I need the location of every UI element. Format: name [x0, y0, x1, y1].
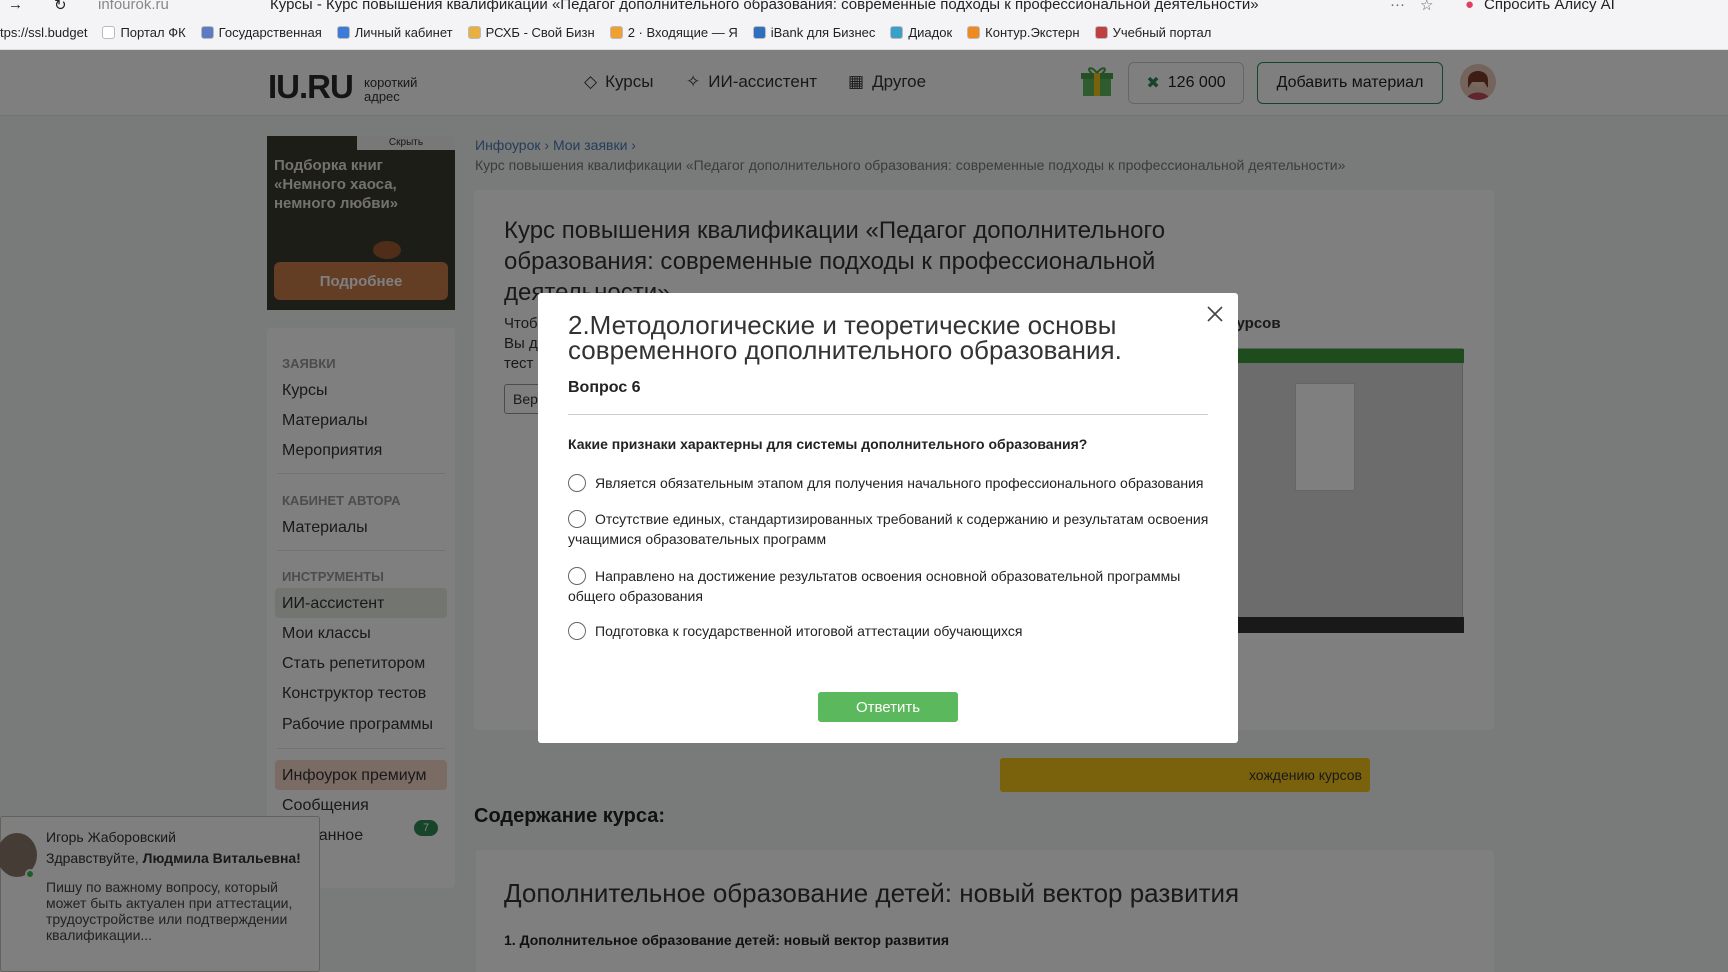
bookmark-label: РСХБ - Свой Бизн	[485, 25, 595, 40]
alice-button[interactable]: Спросить Алису AI	[1484, 0, 1615, 13]
bookmark-favicon-icon	[890, 26, 904, 39]
bookmark-label: Учебный портал	[1112, 25, 1212, 40]
answer-option-1[interactable]: Является обязательным этапом для получен…	[568, 473, 1218, 493]
page: IU.RU короткий адрес ◇Курсы ✧ИИ-ассистен…	[0, 50, 1728, 972]
bookmark-favicon-icon	[752, 26, 766, 39]
radio-button[interactable]	[568, 622, 586, 640]
radio-button[interactable]	[568, 567, 586, 585]
bookmark-label: Личный кабинет	[354, 25, 453, 40]
bookmark-favicon-icon	[200, 26, 214, 39]
radio-button[interactable]	[568, 510, 586, 528]
bookmark-label: iBank для Бизнес	[770, 25, 876, 40]
question-text: Какие признаки характерны для системы до…	[568, 436, 1088, 452]
bookmark-favicon-icon	[1094, 26, 1108, 39]
bookmark-item[interactable]: Диадок	[890, 25, 952, 40]
alice-icon[interactable]: ●	[1465, 0, 1474, 13]
question-number: Вопрос 6	[568, 379, 641, 396]
bookmark-item[interactable]: 2 · Входящие — Я	[609, 25, 738, 40]
back-icon[interactable]: →	[8, 0, 23, 13]
bookmark-item[interactable]: Портал ФК	[102, 25, 186, 40]
answer-option-4[interactable]: Подготовка к государственной итоговой ат…	[568, 621, 1218, 641]
bookmark-label: 2 · Входящие — Я	[627, 25, 738, 40]
bookmark-item[interactable]: Государственная	[200, 25, 322, 40]
bookmark-label: Диадок	[908, 25, 953, 40]
browser-tab-title: Курсы - Курс повышения квалификации «Пед…	[270, 0, 1259, 13]
question-modal: 2.Методологические и теоретические основ…	[538, 293, 1238, 743]
bookmark-item[interactable]: tps://ssl.budget	[0, 25, 87, 40]
bookmark-favicon-icon	[102, 26, 116, 39]
bookmark-item[interactable]: Учебный портал	[1094, 25, 1212, 40]
bookmarks-bar: tps://ssl.budget Портал ФК Государственная…	[0, 16, 1728, 50]
bookmark-label: Контур.Экстерн	[985, 25, 1080, 40]
bookmark-item[interactable]: РСХБ - Свой Бизн	[467, 25, 595, 40]
bookmark-favicon-icon	[336, 26, 350, 39]
submit-answer-button[interactable]: Ответить	[818, 692, 958, 722]
divider	[568, 414, 1208, 415]
bookmark-label: Портал ФК	[120, 25, 186, 40]
bookmark-item[interactable]: Контур.Экстерн	[967, 25, 1080, 40]
radio-button[interactable]	[568, 474, 586, 492]
bookmark-favicon-icon	[609, 26, 623, 39]
modal-title: 2.Методологические и теоретические основ…	[568, 310, 1122, 365]
bookmark-favicon-icon	[967, 26, 981, 39]
reload-icon[interactable]: ↻	[54, 0, 67, 14]
bookmark-label: tps://ssl.budget	[0, 25, 88, 40]
bookmark-item[interactable]: Личный кабинет	[336, 25, 453, 40]
bookmark-icon[interactable]: ☆	[1420, 0, 1433, 14]
browser-tab-bar: → ↻ infourok.ru Курсы - Курс повышения к…	[0, 0, 1728, 16]
more-icon[interactable]: ···	[1390, 0, 1405, 13]
address-bar[interactable]: infourok.ru	[98, 0, 169, 13]
close-icon[interactable]	[1206, 305, 1224, 323]
bookmark-label: Государственная	[218, 25, 322, 40]
answer-option-3[interactable]: Направлено на достижение результатов осв…	[568, 566, 1218, 606]
answer-option-2[interactable]: Отсутствие единых, стандартизированных т…	[568, 509, 1218, 549]
bookmark-favicon-icon	[467, 26, 481, 39]
bookmark-item[interactable]: iBank для Бизнес	[752, 25, 876, 40]
